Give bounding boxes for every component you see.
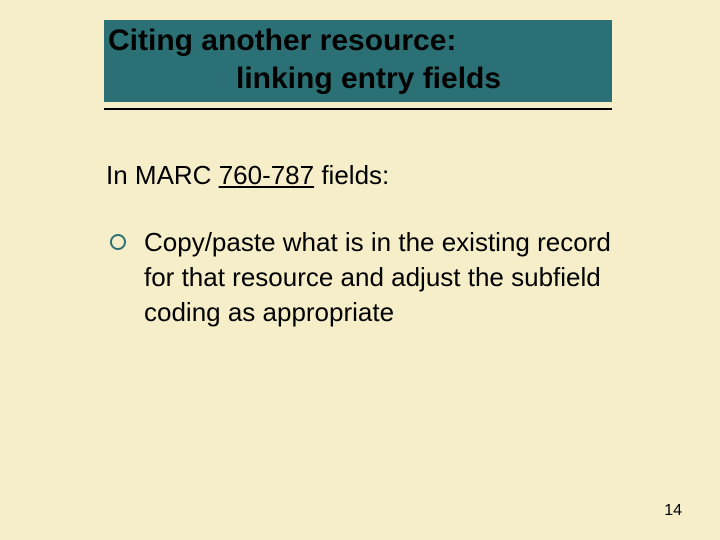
slide-title: Citing another resource: linking entry f… [104, 20, 612, 97]
title-underline [104, 108, 612, 110]
circle-bullet-icon [110, 234, 126, 250]
intro-line: In MARC 760-787 fields: [106, 160, 389, 191]
title-line-2: linking entry fields [108, 60, 612, 98]
intro-suffix: fields: [314, 160, 389, 190]
marc-range-link[interactable]: 760-787 [219, 160, 314, 190]
bullet-item: Copy/paste what is in the existing recor… [110, 225, 620, 330]
intro-prefix: In MARC [106, 160, 219, 190]
title-line-1: Citing another resource: [108, 22, 612, 60]
bullet-text: Copy/paste what is in the existing recor… [144, 225, 620, 330]
slide: Citing another resource: linking entry f… [0, 0, 720, 540]
page-number: 14 [664, 502, 682, 520]
title-block: Citing another resource: linking entry f… [104, 20, 612, 97]
